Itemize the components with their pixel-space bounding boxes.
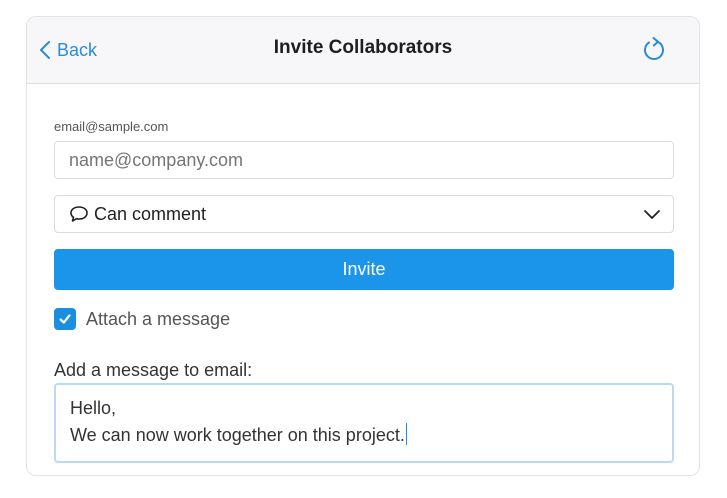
message-line-last: We can now work together on this project… — [70, 422, 658, 449]
message-label: Add a message to email: — [54, 360, 253, 380]
permission-select[interactable]: Can comment — [54, 195, 674, 233]
email-label: email@sample.com — [54, 119, 169, 134]
invite-dialog: Back Invite Collaborators email@sample.c… — [26, 16, 700, 476]
message-line: We can now work together on this project… — [70, 425, 405, 445]
text-caret — [405, 423, 407, 445]
attach-message-checkbox[interactable] — [54, 308, 76, 330]
refresh-icon — [644, 37, 664, 60]
attach-message-label: Attach a message — [86, 308, 231, 329]
invite-button[interactable]: Invite — [54, 249, 674, 290]
refresh-button[interactable] — [641, 37, 667, 63]
header-bar: Back Invite Collaborators — [27, 17, 699, 84]
permission-value: Can comment — [94, 203, 207, 224]
email-input[interactable] — [54, 141, 674, 179]
message-line: Hello, — [70, 398, 117, 418]
comment-icon — [70, 206, 88, 222]
message-textarea[interactable]: Hello, We can now work together on this … — [54, 383, 674, 463]
attach-message-option[interactable]: Attach a message — [54, 307, 230, 331]
page-title: Invite Collaborators — [273, 37, 453, 58]
checkmark-icon — [59, 314, 71, 324]
chevron-down-icon — [644, 210, 660, 219]
